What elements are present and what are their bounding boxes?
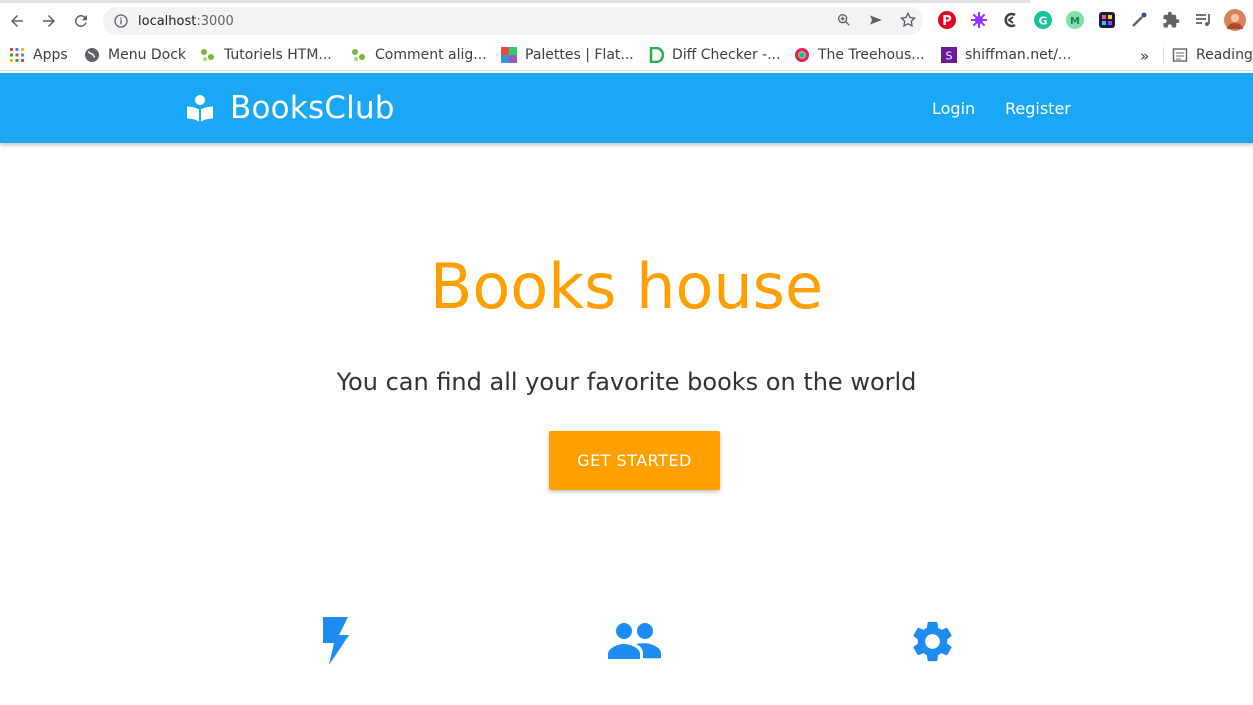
bookmark-apps[interactable]: Apps: [9, 47, 68, 63]
url-text[interactable]: localhost:3000: [138, 14, 234, 29]
bookmark-shiffman[interactable]: S shiffman.net/...: [941, 47, 1071, 63]
url-port: :3000: [196, 13, 234, 29]
extensions-puzzle-icon[interactable]: [1162, 11, 1180, 29]
back-icon[interactable]: [3, 7, 31, 35]
bookmark-label: Tutoriels HTM...: [224, 47, 332, 63]
reading-list-label: Reading: [1196, 47, 1253, 63]
bookmark-label: Apps: [33, 47, 68, 63]
svg-text:M: M: [1070, 16, 1080, 27]
svg-text:G: G: [1038, 15, 1047, 28]
bookmark-label: shiffman.net/...: [965, 47, 1072, 63]
browser-toolbar: localhost:3000 P G M: [0, 3, 1253, 38]
svg-text:P: P: [942, 14, 952, 29]
gear-icon: [913, 621, 952, 662]
url-host: localhost: [138, 13, 197, 29]
bookmarks-divider: [1163, 47, 1164, 63]
bookmark-label: The Treehous...: [818, 47, 925, 63]
bookmarks-bar: Apps Menu Dock Tutoriels HTM... Comment …: [0, 38, 1253, 71]
hero-subtitle: You can find all your favorite books on …: [336, 368, 917, 396]
media-queue-icon[interactable]: [1194, 11, 1212, 29]
svg-text:S: S: [946, 50, 953, 63]
bookmark-label: Comment alig...: [375, 47, 487, 63]
grammarly-icon[interactable]: G: [1034, 11, 1052, 29]
bookmark-palettes[interactable]: Palettes | Flat...: [501, 47, 634, 63]
send-icon[interactable]: [867, 11, 885, 29]
eyedropper-icon[interactable]: [1130, 11, 1148, 29]
bookmark-label: Diff Checker -...: [672, 47, 781, 63]
extension-grid-icon[interactable]: [1098, 11, 1116, 29]
info-icon[interactable]: [113, 13, 129, 29]
reload-icon[interactable]: [67, 7, 95, 35]
apps-grid-icon: [9, 47, 25, 63]
reading-list-button[interactable]: Reading: [1172, 47, 1253, 63]
bookmark-menu-dock[interactable]: Menu Dock: [84, 47, 186, 63]
register-link[interactable]: Register: [1005, 99, 1071, 118]
bookmark-star-icon[interactable]: [899, 11, 917, 29]
color-picker-icon[interactable]: [970, 11, 988, 29]
globe-icon: [84, 47, 100, 63]
address-bar[interactable]: localhost:3000: [103, 7, 923, 35]
palette-icon: [501, 47, 517, 63]
bookmark-treehouse[interactable]: The Treehous...: [794, 47, 925, 63]
brand-link[interactable]: BooksClub: [186, 90, 395, 126]
bookmark-comment-alig[interactable]: Comment alig...: [351, 47, 487, 63]
app-header: BooksClub Login Register: [0, 73, 1253, 143]
brand-name: BooksClub: [230, 90, 395, 126]
green-dots-icon: [200, 47, 216, 63]
flash-icon: [323, 617, 349, 665]
hero-title: Books house: [429, 250, 824, 323]
forward-icon[interactable]: [35, 7, 63, 35]
shiffman-icon: S: [941, 47, 957, 63]
people-icon: [608, 623, 661, 659]
avatar[interactable]: [1224, 9, 1246, 31]
bookmark-tutoriels[interactable]: Tutoriels HTM...: [200, 47, 332, 63]
diff-checker-icon: [648, 47, 664, 63]
extension-c-icon[interactable]: [1002, 11, 1020, 29]
green-dots-icon: [351, 47, 367, 63]
bookmark-label: Palettes | Flat...: [525, 47, 634, 63]
treehouse-icon: [794, 47, 810, 63]
bookmark-label: Menu Dock: [108, 47, 187, 63]
zoom-icon[interactable]: [835, 11, 853, 29]
get-started-button[interactable]: GET STARTED: [549, 431, 720, 490]
more-bookmarks-button[interactable]: »: [1140, 47, 1149, 65]
pinterest-icon[interactable]: P: [938, 11, 956, 29]
reading-list-icon: [1172, 47, 1188, 63]
login-link[interactable]: Login: [932, 99, 975, 118]
bookmark-diff-checker[interactable]: Diff Checker -...: [648, 47, 781, 63]
extension-m-icon[interactable]: M: [1066, 11, 1084, 29]
book-reader-icon: [187, 95, 213, 122]
